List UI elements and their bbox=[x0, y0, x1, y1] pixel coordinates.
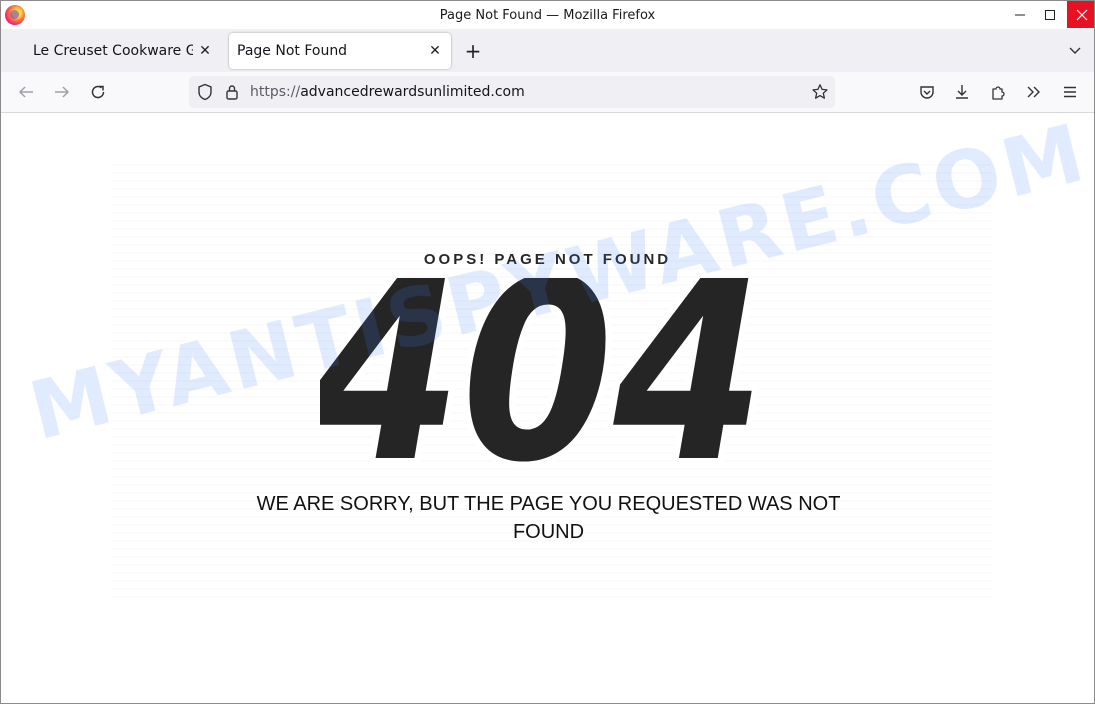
puzzle-icon bbox=[992, 86, 1005, 100]
forward-button[interactable] bbox=[49, 80, 75, 104]
url-protocol: https:// bbox=[250, 84, 301, 100]
forward-arrow-icon bbox=[55, 86, 70, 98]
title-bar: Page Not Found — Mozilla Firefox bbox=[1, 1, 1094, 31]
browser-window: Page Not Found — Mozilla Firefox Le Creu… bbox=[0, 0, 1095, 704]
chevron-down-icon bbox=[1069, 47, 1081, 54]
reload-button[interactable] bbox=[85, 80, 111, 104]
close-tab-icon[interactable]: ✕ bbox=[425, 41, 445, 61]
navigation-toolbar: https://advancedrewardsunlimited.com bbox=[1, 72, 1094, 113]
close-icon bbox=[1076, 9, 1088, 20]
url-bar[interactable]: https://advancedrewardsunlimited.com bbox=[189, 76, 835, 108]
back-arrow-icon bbox=[18, 86, 33, 98]
url-host: advancedrewardsunlimited.com bbox=[300, 84, 525, 100]
pocket-icon bbox=[920, 86, 934, 99]
download-icon bbox=[956, 85, 968, 99]
downloads-button[interactable] bbox=[949, 80, 975, 104]
close-tab-icon[interactable]: ✕ bbox=[195, 41, 215, 61]
close-window-button[interactable] bbox=[1067, 1, 1094, 28]
maximize-icon bbox=[1045, 9, 1055, 20]
error-message: WE ARE SORRY, BUT THE PAGE YOU REQUESTED… bbox=[256, 493, 841, 543]
reload-icon bbox=[91, 85, 105, 99]
page-content: OOPS! PAGE NOT FOUND 404 404 WE ARE SORR… bbox=[1, 113, 1094, 703]
minimize-button[interactable] bbox=[1005, 1, 1035, 28]
maximize-button[interactable] bbox=[1035, 1, 1065, 28]
app-menu-button[interactable] bbox=[1057, 80, 1083, 104]
list-all-tabs-button[interactable] bbox=[1065, 40, 1085, 60]
pocket-button[interactable] bbox=[914, 80, 940, 104]
tab-label: Page Not Found bbox=[237, 43, 348, 59]
tab-label: Le Creuset Cookware Giv bbox=[33, 43, 193, 59]
window-title: Page Not Found — Mozilla Firefox bbox=[439, 8, 656, 23]
hamburger-menu-icon bbox=[1064, 86, 1076, 98]
oops-heading: OOPS! PAGE NOT FOUND bbox=[423, 251, 672, 268]
tab-strip: Le Creuset Cookware Giv ✕ Page Not Found… bbox=[1, 29, 1094, 72]
tab-page-not-found[interactable]: Page Not Found ✕ bbox=[229, 33, 451, 69]
back-button[interactable] bbox=[13, 80, 39, 104]
error-code-404-graphic: 404 404 bbox=[320, 278, 772, 478]
tracking-protection-shield-icon[interactable] bbox=[196, 83, 214, 101]
extensions-button[interactable] bbox=[985, 80, 1011, 104]
double-chevron-right-icon bbox=[1027, 86, 1040, 98]
lock-icon[interactable] bbox=[223, 83, 241, 101]
error-code-text: 404 bbox=[320, 278, 765, 478]
url-text[interactable]: https://advancedrewardsunlimited.com bbox=[250, 84, 525, 100]
tab-le-creuset[interactable]: Le Creuset Cookware Giv ✕ bbox=[23, 33, 221, 69]
minimize-icon bbox=[1015, 14, 1025, 15]
more-tools-button[interactable] bbox=[1021, 80, 1047, 104]
bookmark-star-icon[interactable] bbox=[811, 83, 829, 101]
new-tab-button[interactable]: + bbox=[461, 39, 485, 63]
